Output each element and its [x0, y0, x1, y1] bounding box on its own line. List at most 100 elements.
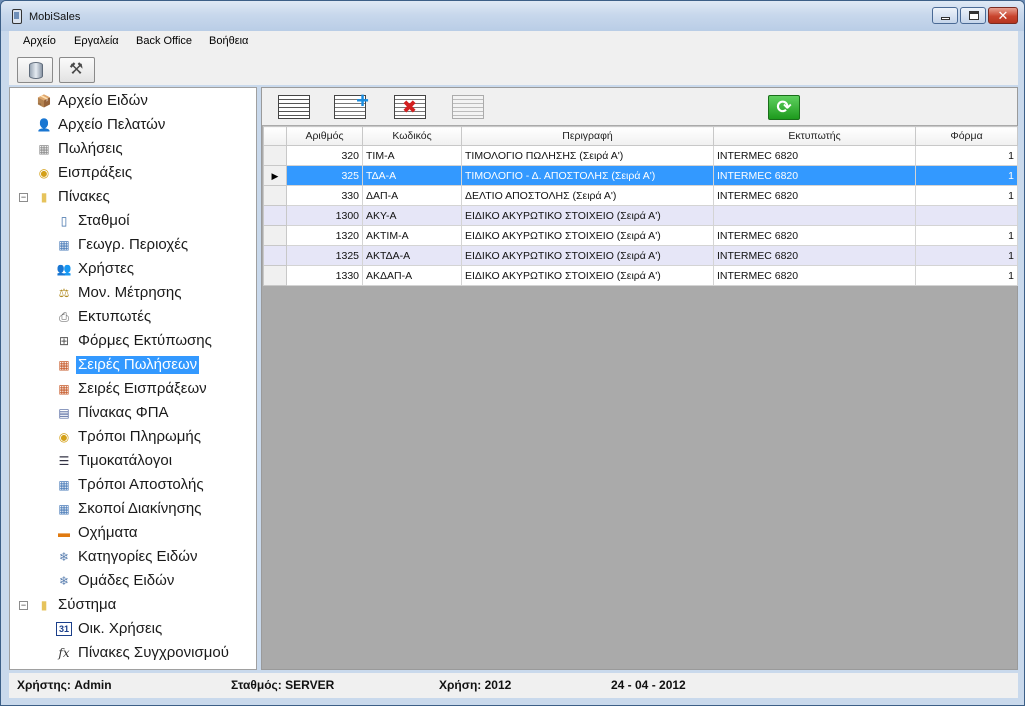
folder-icon: ▮ — [40, 190, 48, 204]
tree-item-label: Οικ. Χρήσεις — [78, 620, 163, 637]
cell-code[interactable]: ΤΙΜ-Α — [362, 145, 462, 166]
cell-form[interactable]: 1 — [915, 185, 1018, 206]
main-toolbar: ⚒ — [9, 52, 1018, 85]
series-grid: Αριθμός Κωδικός Περιγραφή Εκτυπωτής Φόρμ… — [263, 126, 1018, 286]
delete-record-icon[interactable] — [394, 95, 426, 119]
cell-printer[interactable]: INTERMEC 6820 — [713, 245, 916, 266]
table-row[interactable]: 1325 ΑΚΤΔΑ-Α ΕΙΔΙΚΟ ΑΚΥΡΩΤΙΚΟ ΣΤΟΙΧΕΙΟ (Σε… — [263, 245, 1018, 266]
tools-icon: ⚒ — [69, 61, 84, 78]
cell-number[interactable]: 1320 — [286, 225, 363, 246]
cell-printer[interactable]: INTERMEC 6820 — [713, 165, 916, 186]
refresh-icon[interactable]: ⟳ — [768, 95, 800, 120]
cell-form[interactable]: 1 — [915, 225, 1018, 246]
column-header-number[interactable]: Αριθμός — [286, 126, 363, 146]
table-row[interactable]: 330 ΔΑΠ-Α ΔΕΛΤΙΟ ΑΠΟΣΤΟΛΗΣ (Σειρά Α') INTER… — [263, 185, 1018, 206]
cell-form[interactable]: 1 — [915, 165, 1018, 186]
cell-code[interactable]: ΑΚΤΙΜ-Α — [362, 225, 462, 246]
row-header[interactable] — [263, 245, 287, 266]
cell-form[interactable]: 1 — [915, 265, 1018, 286]
tree-item-label: Τιμοκατάλογοι — [78, 452, 173, 469]
database-icon — [29, 62, 43, 79]
navigation-tree: 📦 Αρχείο Ειδών 👤 Αρχείο Πελατών ▦ Πωλήσεις ◉ Ει… — [9, 87, 257, 670]
minimize-button[interactable] — [932, 7, 958, 24]
tree-item-label: Πίνακας ΦΠΑ — [78, 404, 169, 421]
cell-printer[interactable]: INTERMEC 6820 — [713, 265, 916, 286]
tree-expander-collapse-icon[interactable]: − — [19, 601, 28, 610]
cell-number[interactable]: 325 — [286, 165, 363, 186]
title-bar[interactable]: MobiSales ✕ — [1, 1, 1024, 31]
cell-description[interactable]: ΕΙΔΙΚΟ ΑΚΥΡΩΤΙΚΟ ΣΤΟΙΧΕΙΟ (Σειρά Α') — [461, 265, 714, 286]
cell-description[interactable]: ΕΙΔΙΚΟ ΑΚΥΡΩΤΙΚΟ ΣΤΟΙΧΕΙΟ (Σειρά Α') — [461, 205, 714, 226]
cell-code[interactable]: ΑΚΤΔΑ-Α — [362, 245, 462, 266]
table-row[interactable]: 1300 ΑΚΥ-Α ΕΙΔΙΚΟ ΑΚΥΡΩΤΙΚΟ ΣΤΟΙΧΕΙΟ (Σειρ… — [263, 205, 1018, 226]
status-station: Σταθμός: SERVER — [231, 678, 335, 692]
tree-item-label: Εισπράξεις — [58, 164, 133, 181]
cell-number[interactable]: 330 — [286, 185, 363, 206]
status-bar: Χρήστης: Admin Σταθμός: SERVER Χρήση: 20… — [9, 673, 1018, 698]
menu-tools[interactable]: Εργαλεία — [74, 35, 119, 47]
table-row[interactable]: 320 ΤΙΜ-Α ΤΙΜΟΛΟΓΙΟ ΠΩΛΗΣΗΣ (Σειρά Α') INTE… — [263, 145, 1018, 166]
truck-icon: ▬ — [58, 526, 70, 540]
scale-icon: ⚖ — [58, 286, 70, 300]
table-row[interactable]: 1330 ΑΚΔΑΠ-Α ΕΙΔΙΚΟ ΑΚΥΡΩΤΙΚΟ ΣΤΟΙΧΕΙΟ (Σε… — [263, 265, 1018, 286]
cell-description[interactable]: ΕΙΔΙΚΟ ΑΚΥΡΩΤΙΚΟ ΣΤΟΙΧΕΙΟ (Σειρά Α') — [461, 245, 714, 266]
row-header[interactable] — [263, 185, 287, 206]
cell-number[interactable]: 320 — [286, 145, 363, 166]
cell-description[interactable]: ΔΕΛΤΙΟ ΑΠΟΣΤΟΛΗΣ (Σειρά Α') — [461, 185, 714, 206]
row-header[interactable] — [263, 205, 287, 226]
close-button[interactable]: ✕ — [988, 7, 1018, 24]
column-header-printer[interactable]: Εκτυπωτής — [713, 126, 916, 146]
maximize-icon — [969, 11, 979, 20]
grid-toolbar: ⟳ — [262, 88, 1017, 125]
cell-form[interactable] — [915, 205, 1018, 226]
cell-description[interactable]: ΕΙΔΙΚΟ ΑΚΥΡΩΤΙΚΟ ΣΤΟΙΧΕΙΟ (Σειρά Α') — [461, 225, 714, 246]
column-header-code[interactable]: Κωδικός — [362, 126, 462, 146]
table-row[interactable]: ▶ 325 ΤΔΑ-Α ΤΙΜΟΛΟΓΙΟ - Δ. ΑΠΟΣΤΟΛΗΣ (Σειρά… — [263, 165, 1018, 186]
tree-item-label: Σταθμοί — [78, 212, 130, 229]
tree-item-label: Αρχείο Πελατών — [58, 116, 166, 133]
cell-code[interactable]: ΤΔΑ-Α — [362, 165, 462, 186]
cell-printer[interactable] — [713, 205, 916, 226]
table-row[interactable]: 1320 ΑΚΤΙΜ-Α ΕΙΔΙΚΟ ΑΚΥΡΩΤΙΚΟ ΣΤΟΙΧΕΙΟ (Σε… — [263, 225, 1018, 246]
list-view-icon[interactable] — [278, 95, 310, 119]
add-record-icon[interactable] — [334, 90, 369, 119]
menu-file[interactable]: Αρχείο — [23, 35, 56, 47]
tools-button[interactable]: ⚒ — [59, 57, 95, 83]
tree-item-label: Σκοποί Διακίνησης — [78, 500, 202, 517]
tree-item-label: Πωλήσεις — [58, 140, 123, 157]
menu-back-office[interactable]: Back Office — [136, 35, 192, 47]
cell-printer[interactable]: INTERMEC 6820 — [713, 185, 916, 206]
row-header[interactable] — [263, 265, 287, 286]
minimize-icon — [941, 17, 950, 20]
cell-description[interactable]: ΤΙΜΟΛΟΓΙΟ - Δ. ΑΠΟΣΤΟΛΗΣ (Σειρά Α') — [461, 165, 714, 186]
cell-description[interactable]: ΤΙΜΟΛΟΓΙΟ ΠΩΛΗΣΗΣ (Σειρά Α') — [461, 145, 714, 166]
row-header[interactable] — [263, 225, 287, 246]
status-user: Χρήστης: Admin — [17, 678, 112, 692]
cell-printer[interactable]: INTERMEC 6820 — [713, 145, 916, 166]
row-header[interactable] — [263, 145, 287, 166]
tree-expander-collapse-icon[interactable]: − — [19, 193, 28, 202]
menu-help[interactable]: Βοήθεια — [209, 35, 248, 47]
cell-form[interactable]: 1 — [915, 245, 1018, 266]
copy-records-icon[interactable] — [452, 95, 484, 119]
cell-code[interactable]: ΑΚΔΑΠ-Α — [362, 265, 462, 286]
cell-code[interactable]: ΔΑΠ-Α — [362, 185, 462, 206]
cell-number[interactable]: 1330 — [286, 265, 363, 286]
row-header[interactable]: ▶ — [263, 165, 287, 186]
cell-number[interactable]: 1325 — [286, 245, 363, 266]
current-row-indicator-icon: ▶ — [271, 170, 279, 181]
tree-item-label: Πίνακες — [58, 188, 110, 205]
cell-number[interactable]: 1300 — [286, 205, 363, 226]
column-header-description[interactable]: Περιγραφή — [461, 126, 714, 146]
cell-printer[interactable]: INTERMEC 6820 — [713, 225, 916, 246]
cell-code[interactable]: ΑΚΥ-Α — [362, 205, 462, 226]
device-icon: ▯ — [60, 214, 68, 228]
cell-form[interactable]: 1 — [915, 145, 1018, 166]
database-button[interactable] — [17, 57, 53, 83]
maximize-button[interactable] — [960, 7, 986, 24]
status-date: 24 - 04 - 2012 — [611, 678, 686, 692]
mobile-phone-icon — [12, 9, 22, 24]
close-icon: ✕ — [997, 8, 1009, 23]
grid-panel: ⟳ Αριθμός Κωδικός Περιγραφή Εκτυπωτής Φό… — [261, 87, 1018, 670]
column-header-form[interactable]: Φόρμα — [915, 126, 1018, 146]
